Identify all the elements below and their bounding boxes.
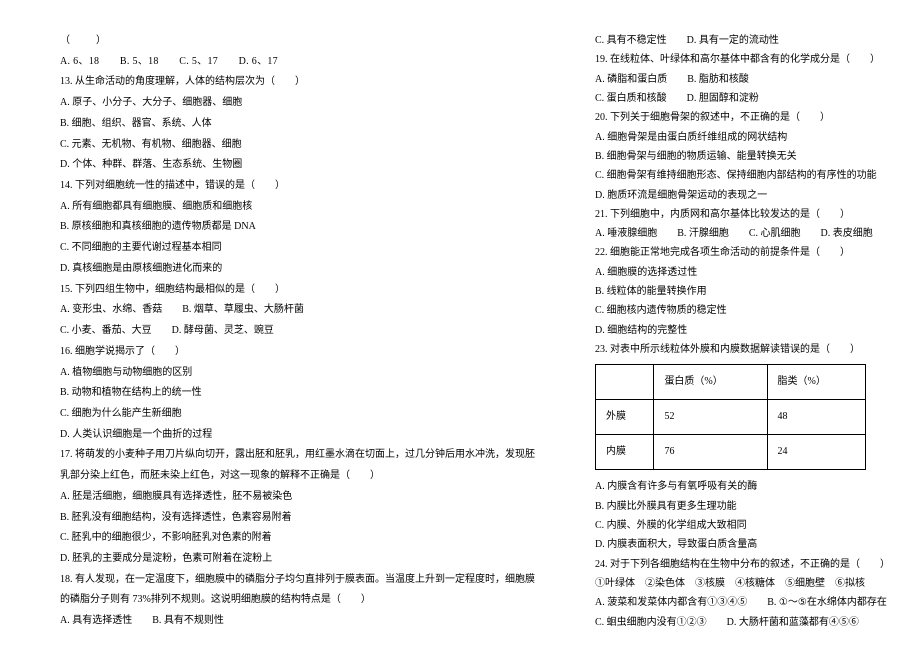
q20: 20. 下列关于细胞骨架的叙述中，不正确的是（ ） [595,107,890,126]
q19-opt-cd: C. 蛋白质和核酸 D. 胆固醇和淀粉 [595,88,890,107]
th-protein: 蛋白质（%） [654,365,767,400]
q20-opt-a: A. 细胞骨架是由蛋白质纤维组成的网状结构 [595,127,890,146]
q15-opt-ab: A. 变形虫、水绵、香菇 B. 烟草、草履虫、大肠杆菌 [60,299,535,320]
td-outer-label: 外膜 [596,400,654,435]
right-column: C. 具有不稳定性 D. 具有一定的流动性 19. 在线粒体、叶绿体和高尔基体中… [565,30,890,631]
q21-opts: A. 唾液腺细胞 B. 汗腺细胞 C. 心肌细胞 D. 表皮细胞 [595,223,890,242]
q13-opt-c: C. 元素、无机物、有机物、细胞器、细胞 [60,134,535,155]
q22-opt-b: B. 线粒体的能量转换作用 [595,281,890,300]
q23: 23. 对表中所示线粒体外膜和内膜数据解读错误的是（ ） [595,339,890,358]
td-inner-protein: 76 [654,435,767,470]
q18-opt-cd: C. 具有不稳定性 D. 具有一定的流动性 [595,30,890,49]
table-header-row: 蛋白质（%） 脂类（%） [596,365,866,400]
q17-opt-d: D. 胚乳的主要成分是淀粉，色素可附着在淀粉上 [60,548,535,569]
q23-opt-b: B. 内膜比外膜具有更多生理功能 [595,496,890,515]
td-outer-protein: 52 [654,400,767,435]
q20-opt-d: D. 胞质环流是细胞骨架运动的表现之一 [595,185,890,204]
q14-opt-c: C. 不同细胞的主要代谢过程基本相同 [60,237,535,258]
q17-line2: 乳部分染上红色，而胚未染上红色，对这一现象的解释不正确是（ ） [60,465,535,486]
q15: 15. 下列四组生物中，细胞结构最相似的是（ ） [60,279,535,300]
q17-opt-b: B. 胚乳没有细胞结构，没有选择透性，色素容易附着 [60,507,535,528]
q13-opt-b: B. 细胞、组织、器官、系统、人体 [60,113,535,134]
q18-opt-ab: A. 具有选择透性 B. 具有不规则性 [60,610,535,631]
td-inner-label: 内膜 [596,435,654,470]
q22-opt-c: C. 细胞核内遗传物质的稳定性 [595,300,890,319]
q14-opt-b: B. 原核细胞和真核细胞的遗传物质都是 DNA [60,216,535,237]
q17-opt-c: C. 胚乳中的细胞很少，不影响胚乳对色素的附着 [60,527,535,548]
q20-opt-b: B. 细胞骨架与细胞的物质运输、能量转换无关 [595,146,890,165]
blank-paren: （ ） [60,30,535,51]
table-row-inner: 内膜 76 24 [596,435,866,470]
q24-opt-cd: C. 蛔虫细胞内没有①②③ D. 大肠杆菌和蓝藻都有④⑤⑥ [595,612,890,631]
q16-opt-a: A. 植物细胞与动物细胞的区别 [60,362,535,383]
q19: 19. 在线粒体、叶绿体和高尔基体中都含有的化学成分是（ ） [595,49,890,68]
q18-line2: 的磷脂分子则有 73%排列不规则。这说明细胞膜的结构特点是（ ） [60,589,535,610]
q21: 21. 下列细胞中，内质网和高尔基体比较发达的是（ ） [595,204,890,223]
q14: 14. 下列对细胞统一性的描述中，错误的是（ ） [60,175,535,196]
q14-opt-d: D. 真核细胞是由原核细胞进化而来的 [60,258,535,279]
q24-items: ①叶绿体 ②染色体 ③核膜 ④核糖体 ⑤细胞壁 ⑥拟核 [595,573,890,592]
q18-line1: 18. 有人发现，在一定温度下，细胞膜中的磷脂分子均匀直排列于膜表面。当温度上升… [60,569,535,590]
q23-opt-c: C. 内膜、外膜的化学组成大致相同 [595,515,890,534]
td-inner-lipid: 24 [767,435,866,470]
q13-opt-a: A. 原子、小分子、大分子、细胞器、细胞 [60,92,535,113]
q17-line1: 17. 将萌发的小麦种子用刀片纵向切开，露出胚和胚乳，用红墨水滴在切面上，过几分… [60,444,535,465]
q23-table: 蛋白质（%） 脂类（%） 外膜 52 48 内膜 76 24 [595,364,866,470]
table-row-outer: 外膜 52 48 [596,400,866,435]
q16-opt-b: B. 动物和植物在结构上的统一性 [60,382,535,403]
th-blank [596,365,654,400]
q24: 24. 对于下列各细胞结构在生物中分布的叙述，不正确的是（ ） [595,554,890,573]
q13: 13. 从生命活动的角度理解，人体的结构层次为（ ） [60,71,535,92]
q15-opt-cd: C. 小麦、番茄、大豆 D. 酵母菌、灵芝、豌豆 [60,320,535,341]
q20-opt-c: C. 细胞骨架有维持细胞形态、保持细胞内部结构的有序性的功能 [595,165,890,184]
q23-opt-a: A. 内膜含有许多与有氧呼吸有关的酶 [595,476,890,495]
td-outer-lipid: 48 [767,400,866,435]
q23-opt-d: D. 内膜表面积大，导致蛋白质含量高 [595,534,890,553]
q16: 16. 细胞学说揭示了（ ） [60,341,535,362]
q16-opt-d: D. 人类认识细胞是一个曲折的过程 [60,424,535,445]
q22-opt-a: A. 细胞膜的选择透过性 [595,262,890,281]
q14-opt-a: A. 所有细胞都具有细胞膜、细胞质和细胞核 [60,196,535,217]
q12-options: A. 6、18 B. 5、18 C. 5、17 D. 6、17 [60,51,535,72]
left-column: （ ） A. 6、18 B. 5、18 C. 5、17 D. 6、17 13. … [60,30,565,631]
th-lipid: 脂类（%） [767,365,866,400]
q22: 22. 细胞能正常地完成各项生命活动的前提条件是（ ） [595,242,890,261]
q13-opt-d: D. 个体、种群、群落、生态系统、生物圈 [60,154,535,175]
q17-opt-a: A. 胚是活细胞，细胞膜具有选择透性，胚不易被染色 [60,486,535,507]
q16-opt-c: C. 细胞为什么能产生新细胞 [60,403,535,424]
q22-opt-d: D. 细胞结构的完整性 [595,320,890,339]
q19-opt-ab: A. 磷脂和蛋白质 B. 脂肪和核酸 [595,69,890,88]
q24-opt-ab: A. 菠菜和发菜体内都含有①③④⑤ B. ①～⑤在水绵体内都存在 [595,592,890,611]
